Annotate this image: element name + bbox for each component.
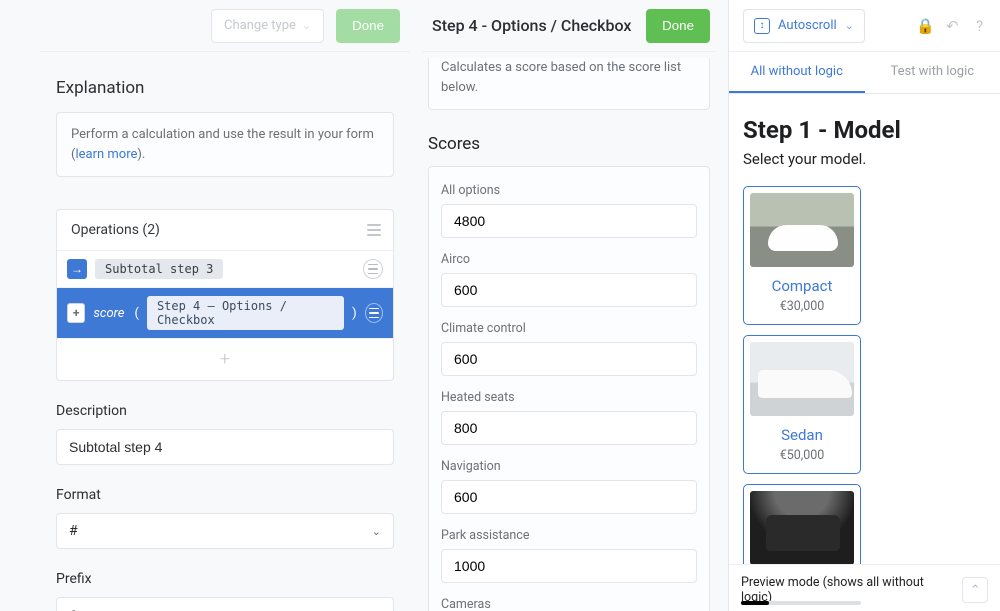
done-button[interactable]: Done [646,9,710,43]
autoscroll-dropdown[interactable]: Autoscroll ⌄ [743,9,865,43]
chevron-down-icon: ⌄ [845,19,854,32]
model-image [750,342,854,416]
row-menu-icon[interactable] [365,303,383,323]
score-label: All options [441,183,697,198]
score-label: Heated seats [441,390,697,405]
preview-tabs: All without logic Test with logic [729,52,1000,94]
close-paren: ) [352,306,357,321]
middle-explain-box: Calculates a score based on the score li… [428,58,710,110]
model-name: Compact [750,277,854,295]
prefix-input[interactable] [56,597,394,611]
arrow-right-icon: → [67,259,87,279]
middle-header: Step 4 - Options / Checkbox Done [422,0,716,52]
done-button[interactable]: Done [336,9,400,43]
model-price: €50,000 [750,448,854,463]
score-input-heated-seats[interactable] [441,411,697,445]
preview-header: Autoscroll ⌄ 🔒 ↶ ? [729,0,1000,52]
operation-chip: Subtotal step 3 [95,259,223,279]
score-label: Park assistance [441,528,697,543]
score-label: Climate control [441,321,697,336]
operation-row-active[interactable]: + score ( Step 4 – Options / Checkbox ) [57,288,393,339]
explanation-text-post: ). [137,147,145,162]
operation-row[interactable]: → Subtotal step 3 [57,251,393,288]
explanation-box: Perform a calculation and use the result… [56,112,394,177]
explanation-title: Explanation [56,78,394,98]
preview-body: Step 1 - Model Select your model. Compac… [729,94,1000,611]
score-label: Cameras [441,597,697,611]
score-keyword: score [93,306,124,321]
format-value: # [69,523,78,539]
tab-all-without-logic[interactable]: All without logic [729,52,865,93]
operations-header: Operations (2) [57,210,393,251]
step-heading: Step 1 - Model [743,116,986,144]
operations-box: Operations (2) → Subtotal step 3 + score… [56,209,394,381]
model-card-sedan[interactable]: Sedan €50,000 [743,335,861,474]
tab-test-with-logic[interactable]: Test with logic [865,52,1000,93]
step-subheading: Select your model. [743,150,986,168]
chevron-down-icon: ⌄ [302,19,311,32]
left-panel: Change type ⌄ Done Explanation Perform a… [40,0,410,611]
change-type-dropdown[interactable]: Change type ⌄ [211,9,324,43]
chevron-down-icon: ⌄ [372,525,381,538]
score-input-navigation[interactable] [441,480,697,514]
header-icons: 🔒 ↶ ? [916,17,992,35]
score-input-climate-control[interactable] [441,342,697,376]
model-cards: Compact €30,000 Sedan €50,000 SUV €60,00… [743,186,986,611]
autoscroll-label: Autoscroll [778,18,837,33]
learn-more-link[interactable]: learn more [75,147,137,162]
autoscroll-icon [754,18,770,34]
model-image [750,193,854,267]
change-type-label: Change type [224,18,296,33]
score-input-park-assistance[interactable] [441,549,697,583]
middle-explain-text: Calculates a score based on the score li… [441,60,681,95]
preview-panel: Autoscroll ⌄ 🔒 ↶ ? All without logic Tes… [728,0,1000,611]
format-select[interactable]: # ⌄ [56,513,394,549]
model-price: €30,000 [750,299,854,314]
score-input-all-options[interactable] [441,204,697,238]
model-card-compact[interactable]: Compact €30,000 [743,186,861,325]
score-label: Airco [441,252,697,267]
scores-title: Scores [428,134,710,154]
preview-footer: Preview mode (shows all without logic) ⌃ [729,564,1000,611]
format-label: Format [56,487,394,503]
model-name: Sedan [750,426,854,444]
undo-icon[interactable]: ↶ [946,17,962,35]
scores-box: All options Airco Climate control Heated… [428,166,710,611]
add-operation-button[interactable]: + [57,339,393,380]
operation-chip: Step 4 – Options / Checkbox [147,296,344,330]
middle-title: Step 4 - Options / Checkbox [432,16,631,35]
model-image [750,491,854,565]
open-paren: ( [134,306,138,321]
menu-icon[interactable] [367,224,381,236]
score-label: Navigation [441,459,697,474]
prefix-label: Prefix [56,571,394,587]
progress-bar [741,601,861,605]
row-menu-icon[interactable] [363,259,383,279]
operations-title: Operations (2) [71,222,160,238]
score-input-airco[interactable] [441,273,697,307]
description-input[interactable] [56,429,394,465]
lock-icon[interactable]: 🔒 [916,17,932,35]
middle-panel: Step 4 - Options / Checkbox Done Calcula… [422,0,716,611]
description-label: Description [56,403,394,419]
scroll-up-button[interactable]: ⌃ [962,577,988,603]
plus-icon: + [67,303,85,323]
help-icon[interactable]: ? [976,17,992,35]
left-header: Change type ⌄ Done [40,0,410,52]
